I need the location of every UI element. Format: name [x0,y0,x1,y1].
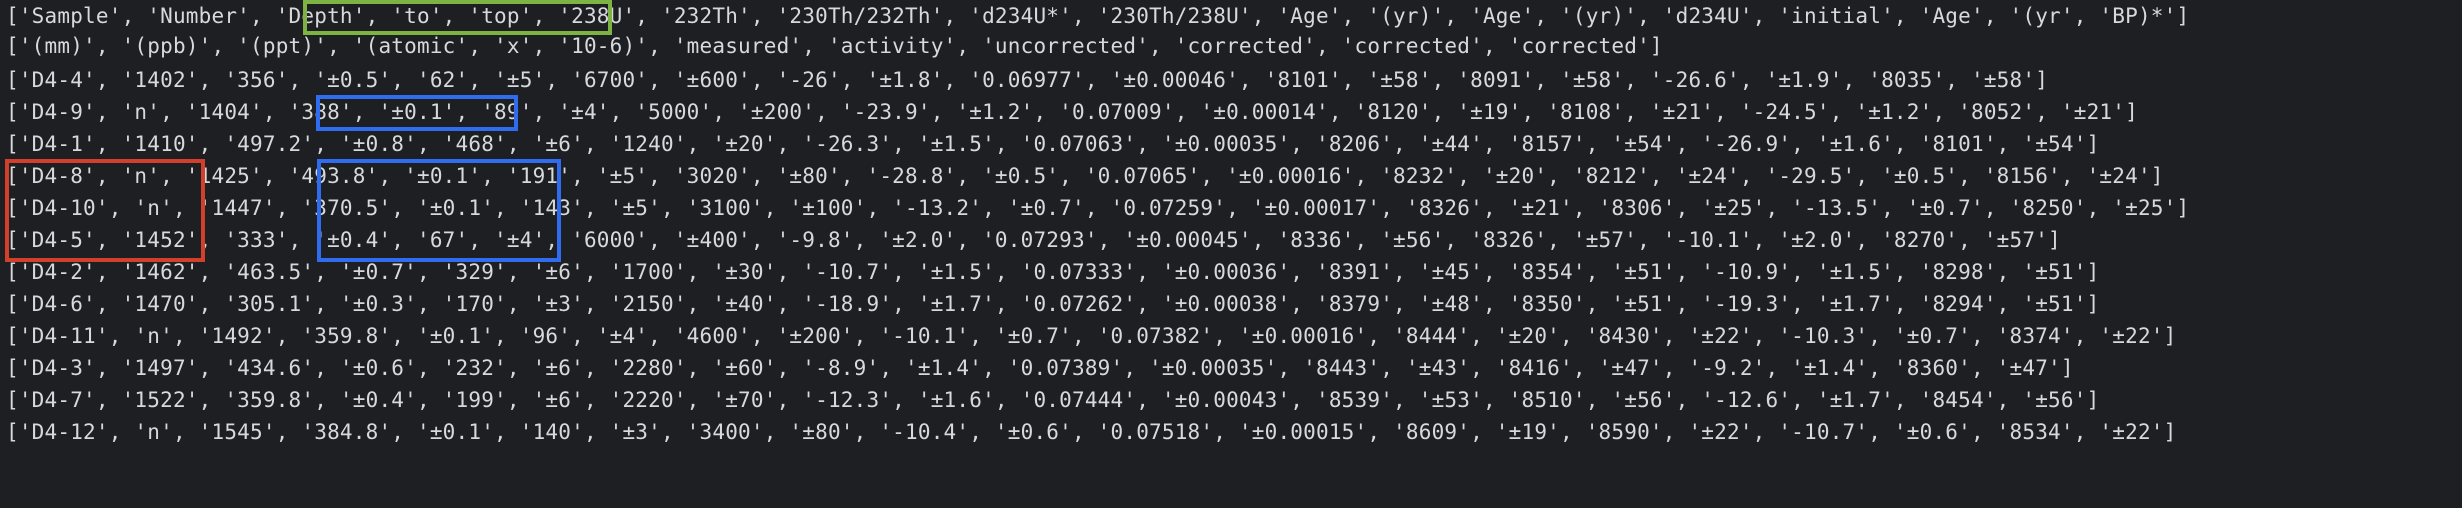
terminal-line-d4-3: ['D4-3', '1497', '434.6', '±0.6', '232',… [6,356,2074,380]
terminal-line-d4-5: ['D4-5', '1452', '333', '±0.4', '67', '±… [6,228,2061,252]
terminal-line-d4-11: ['D4-11', 'n', '1492', '359.8', '±0.1', … [6,324,2177,348]
terminal-line-d4-1: ['D4-1', '1410', '497.2', '±0.8', '468',… [6,132,2100,156]
terminal-output: ['Sample', 'Number', 'Depth', 'to', 'top… [0,0,2462,508]
terminal-line-d4-8: ['D4-8', 'n', '1425', '493.8', '±0.1', '… [6,164,2164,188]
terminal-line-d4-7: ['D4-7', '1522', '359.8', '±0.4', '199',… [6,388,2100,412]
terminal-line-header: ['Sample', 'Number', 'Depth', 'to', 'top… [6,4,2190,28]
terminal-line-d4-10: ['D4-10', 'n', '1447', '370.5', '±0.1', … [6,196,2190,220]
terminal-line-d4-6: ['D4-6', '1470', '305.1', '±0.3', '170',… [6,292,2100,316]
terminal-line-units: ['(mm)', '(ppb)', '(ppt)', '(atomic', 'x… [6,34,1663,58]
terminal-line-d4-12: ['D4-12', 'n', '1545', '384.8', '±0.1', … [6,420,2177,444]
terminal-line-d4-9: ['D4-9', 'n', '1404', '388', '±0.1', '89… [6,100,2138,124]
terminal-line-d4-4: ['D4-4', '1402', '356', '±0.5', '62', '±… [6,68,2049,92]
terminal-line-d4-2: ['D4-2', '1462', '463.5', '±0.7', '329',… [6,260,2100,284]
